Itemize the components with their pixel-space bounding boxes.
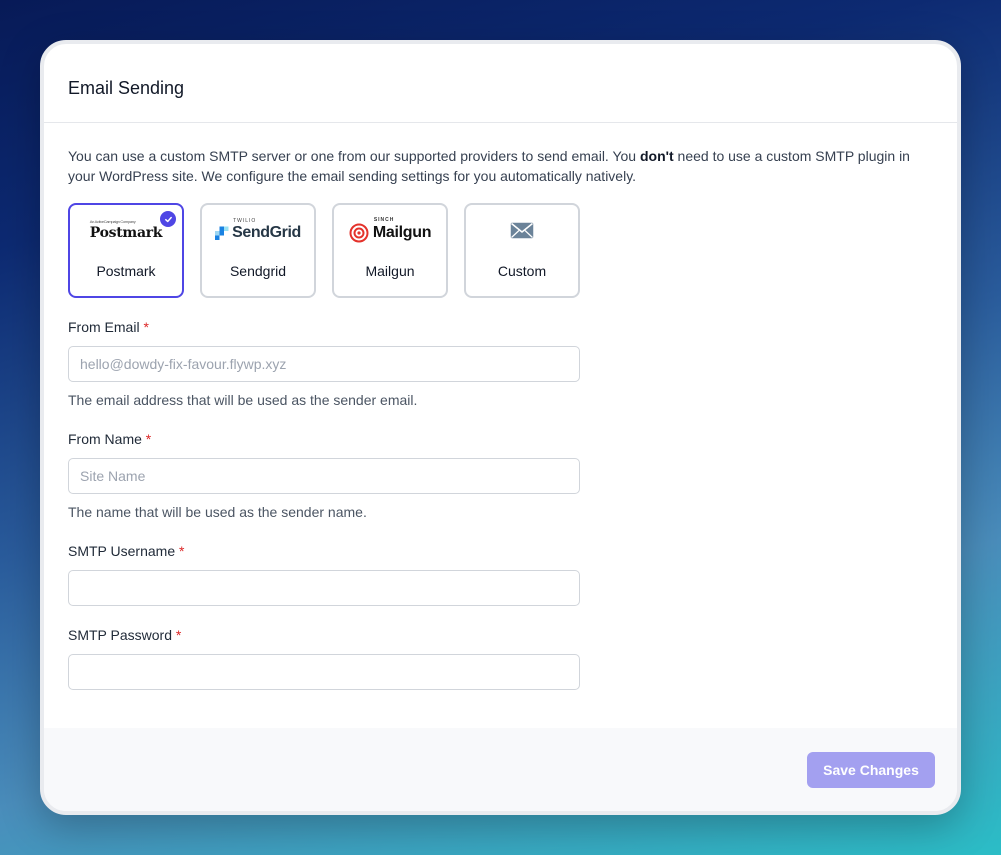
card-footer: Save Changes	[44, 728, 957, 811]
provider-label: Custom	[497, 263, 547, 279]
provider-sendgrid[interactable]: TWILIO SendGrid Sendgrid	[200, 203, 316, 298]
provider-postmark[interactable]: An ActiveCampaign Company Postmark Postm…	[68, 203, 184, 298]
required-mark: *	[179, 543, 185, 559]
description-text: You can use a custom SMTP server or one …	[68, 148, 910, 184]
from-name-help: The name that will be used as the sender…	[68, 504, 367, 520]
from-email-input[interactable]	[68, 346, 580, 382]
sendgrid-logo: TWILIO SendGrid	[202, 217, 314, 243]
smtp-username-label: SMTP Username *	[68, 543, 185, 559]
email-sending-card: Email Sending You can use a custom SMTP …	[40, 40, 961, 815]
provider-label: Postmark	[96, 263, 156, 279]
provider-mailgun[interactable]: SINCH Mailgun Mailgun	[332, 203, 448, 298]
provider-custom[interactable]: Custom	[464, 203, 580, 298]
smtp-password-label: SMTP Password *	[68, 627, 182, 643]
save-changes-button[interactable]: Save Changes	[807, 752, 935, 788]
from-name-label: From Name *	[68, 431, 152, 447]
description-bold: don't	[639, 148, 674, 164]
card-header: Email Sending	[44, 44, 957, 123]
mailgun-logo: SINCH Mailgun	[334, 217, 446, 243]
provider-label: Sendgrid	[229, 263, 287, 279]
smtp-password-input[interactable]	[68, 654, 580, 690]
envelope-icon	[466, 217, 578, 243]
selected-check-icon	[160, 211, 176, 227]
required-mark: *	[175, 627, 182, 643]
from-name-input[interactable]	[68, 458, 580, 494]
from-email-help: The email address that will be used as t…	[68, 392, 418, 408]
required-mark: *	[143, 319, 149, 335]
from-email-label: From Email *	[68, 319, 149, 335]
smtp-username-input[interactable]	[68, 570, 580, 606]
provider-label: Mailgun	[365, 263, 415, 279]
card-title: Email Sending	[68, 78, 185, 98]
required-mark: *	[145, 431, 152, 447]
